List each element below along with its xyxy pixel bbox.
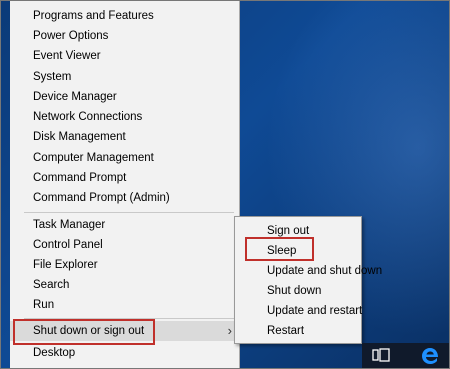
- submenu-item-update-and-shut-down[interactable]: Update and shut down: [235, 261, 382, 281]
- highlight-box-shutdown: [13, 319, 155, 345]
- taskbar: [362, 343, 450, 369]
- power-user-menu: Programs and Features Power Options Even…: [10, 0, 240, 369]
- menu-item-network-connections[interactable]: Network Connections: [10, 107, 240, 127]
- menu-item-run[interactable]: Run: [10, 295, 240, 315]
- edge-icon[interactable]: [420, 346, 440, 366]
- menu-item-command-prompt-admin[interactable]: Command Prompt (Admin): [10, 188, 240, 208]
- submenu-item-update-and-restart[interactable]: Update and restart: [235, 301, 362, 321]
- menu-item-computer-management[interactable]: Computer Management: [10, 148, 240, 168]
- menu-item-programs-and-features[interactable]: Programs and Features: [10, 6, 240, 26]
- submenu-item-restart[interactable]: Restart: [235, 321, 361, 341]
- menu-item-power-options[interactable]: Power Options: [10, 26, 240, 46]
- menu-item-disk-management[interactable]: Disk Management: [10, 127, 240, 147]
- shutdown-submenu: Sign out Sleep Update and shut down Shut…: [234, 216, 382, 344]
- submenu-item-shut-down[interactable]: Shut down: [235, 281, 361, 301]
- menu-item-command-prompt[interactable]: Command Prompt: [10, 168, 240, 188]
- menu-item-file-explorer[interactable]: File Explorer: [10, 255, 240, 275]
- menu-item-control-panel[interactable]: Control Panel: [10, 235, 240, 255]
- menu-separator: [24, 212, 234, 213]
- chevron-right-icon: ›: [227, 323, 232, 338]
- menu-item-task-manager[interactable]: Task Manager: [10, 215, 240, 235]
- highlight-box-sleep: [245, 237, 314, 261]
- menu-item-desktop[interactable]: Desktop: [10, 343, 240, 363]
- menu-item-device-manager[interactable]: Device Manager: [10, 87, 240, 107]
- menu-item-search[interactable]: Search: [10, 275, 240, 295]
- menu-item-event-viewer[interactable]: Event Viewer: [10, 46, 240, 66]
- menu-item-system[interactable]: System: [10, 67, 240, 87]
- task-view-icon[interactable]: [372, 348, 390, 362]
